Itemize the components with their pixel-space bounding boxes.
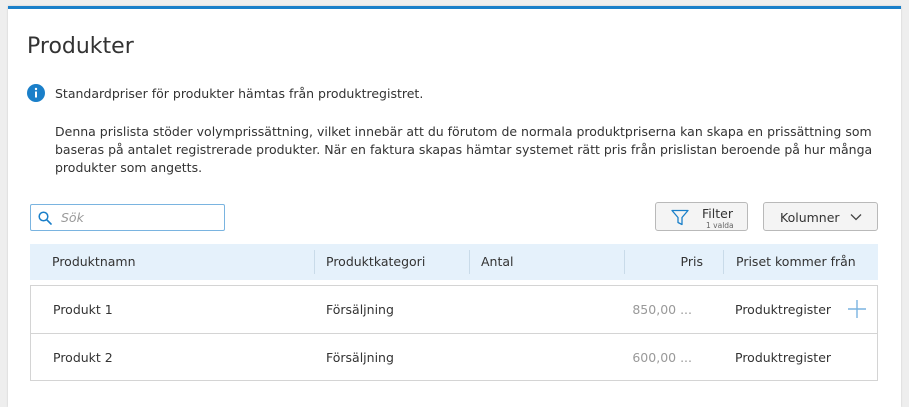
cell-price-source: Produktregister	[735, 350, 832, 365]
filter-label: Filter	[702, 206, 733, 221]
column-header-quantity[interactable]: Antal	[481, 244, 514, 280]
info-text: Standardpriser för produkter hämtas från…	[55, 86, 424, 101]
column-header-price[interactable]: Pris	[636, 244, 703, 280]
column-header-category[interactable]: Produktkategori	[326, 244, 425, 280]
search-icon	[38, 211, 52, 225]
cell-product-category: Försäljning	[326, 302, 394, 317]
column-divider[interactable]	[723, 250, 724, 274]
column-divider[interactable]	[624, 250, 625, 274]
cell-product-category: Försäljning	[326, 350, 394, 365]
filter-count: 1 valda	[706, 221, 734, 230]
page-title: Produkter	[27, 34, 134, 59]
description-text: Denna prislista stöder volymprissättning…	[55, 124, 873, 175]
columns-label: Kolumner	[780, 210, 840, 225]
column-divider[interactable]	[469, 250, 470, 274]
column-header-name[interactable]: Produktnamn	[52, 244, 136, 280]
cell-price-source: Produktregister	[735, 302, 832, 317]
cell-price: 850,00 ...	[632, 302, 692, 317]
table-row[interactable]: Produkt 2 Försäljning 600,00 ... Produkt…	[31, 333, 877, 380]
filter-icon	[671, 209, 689, 226]
search-box[interactable]	[30, 204, 225, 231]
filter-button[interactable]: Filter 1 valda	[655, 202, 748, 231]
chevron-down-icon	[850, 214, 862, 221]
cell-product-name: Produkt 2	[53, 350, 113, 365]
info-icon	[27, 84, 45, 102]
cell-price: 600,00 ...	[632, 350, 692, 365]
columns-button[interactable]: Kolumner	[763, 202, 878, 231]
table-body: Produkt 1 Försäljning 850,00 ... Produkt…	[30, 285, 878, 381]
table-header: Produktnamn Produktkategori Antal Pris P…	[30, 244, 878, 280]
cell-product-name: Produkt 1	[53, 302, 113, 317]
search-input[interactable]	[61, 208, 216, 227]
table-row[interactable]: Produkt 1 Försäljning 850,00 ... Produkt…	[31, 286, 877, 333]
products-card: Produkter Standardpriser för produkter h…	[8, 6, 901, 407]
column-divider[interactable]	[314, 250, 315, 274]
column-header-source[interactable]: Priset kommer från	[736, 244, 856, 280]
plus-icon[interactable]	[847, 299, 867, 319]
